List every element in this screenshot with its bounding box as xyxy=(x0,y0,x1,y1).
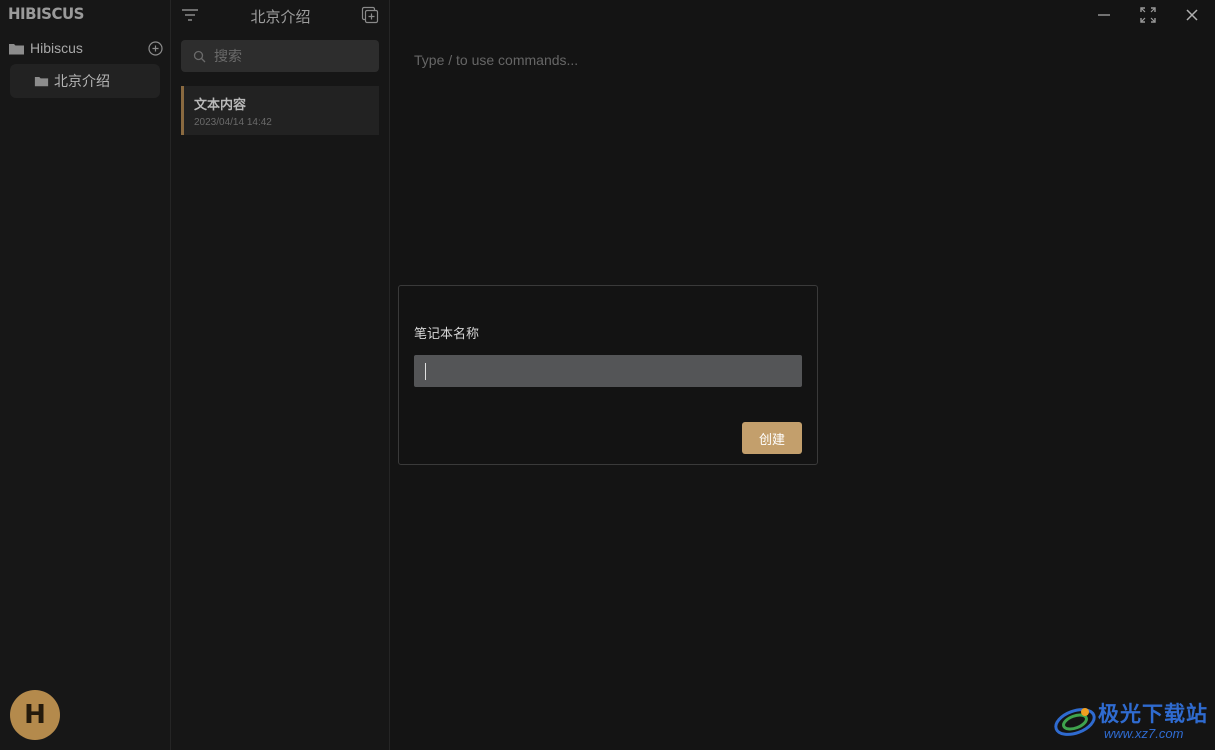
app-logo: HIBISCUS xyxy=(8,4,84,24)
new-note-icon[interactable] xyxy=(361,6,379,24)
create-notebook-dialog: 笔记本名称 创建 xyxy=(398,285,818,465)
folder-icon xyxy=(9,43,24,54)
minimize-icon[interactable] xyxy=(1095,6,1113,24)
sidebar-item-notebook[interactable]: 北京介绍 xyxy=(10,64,160,98)
create-button[interactable]: 创建 xyxy=(742,422,802,454)
note-date: 2023/04/14 14:42 xyxy=(194,117,272,128)
folder-icon xyxy=(34,77,49,87)
note-title: 文本内容 xyxy=(194,97,247,112)
note-list-title: 北京介绍 xyxy=(250,9,311,26)
sidebar: HIBISCUS Hibiscus 北京介绍 H xyxy=(0,0,171,750)
editor-placeholder[interactable]: Type / to use commands... xyxy=(414,52,578,68)
fullscreen-icon[interactable] xyxy=(1139,6,1157,24)
note-list-panel: 北京介绍 文本内容 2023/04/14 14:42 xyxy=(171,0,390,750)
notebook-root-label: Hibiscus xyxy=(30,40,83,56)
watermark-logo-icon xyxy=(1054,708,1096,736)
sidebar-item-label: 北京介绍 xyxy=(54,73,110,89)
search-box[interactable] xyxy=(181,40,379,72)
notebook-root[interactable]: Hibiscus xyxy=(8,38,163,58)
watermark: 极光下载站 www.xz7.com xyxy=(1052,696,1212,748)
close-icon[interactable] xyxy=(1183,6,1201,24)
notebook-name-input[interactable] xyxy=(414,355,802,387)
watermark-url: www.xz7.com xyxy=(1104,726,1184,741)
watermark-text: 极光下载站 xyxy=(1098,703,1208,726)
notebook-name-label: 笔记本名称 xyxy=(414,326,480,341)
search-icon xyxy=(193,50,206,62)
note-list-item[interactable]: 文本内容 2023/04/14 14:42 xyxy=(181,86,379,135)
add-notebook-icon[interactable] xyxy=(148,40,163,56)
avatar[interactable]: H xyxy=(10,690,60,740)
search-input[interactable] xyxy=(214,48,374,64)
text-caret xyxy=(425,363,426,380)
